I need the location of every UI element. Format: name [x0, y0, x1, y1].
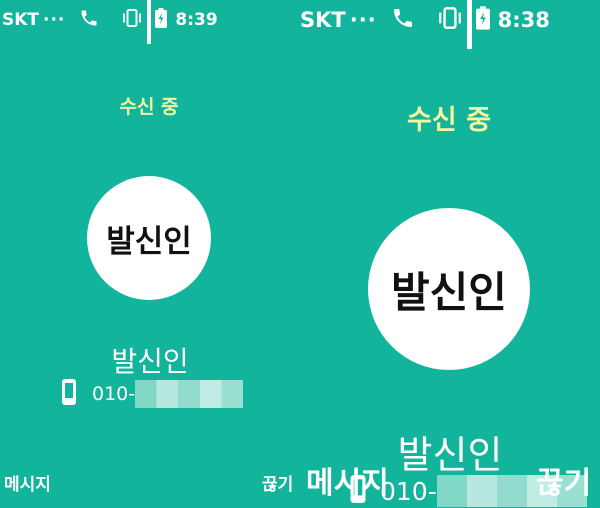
incoming-status: 수신 중 — [407, 105, 491, 136]
more-dots: ··· — [349, 8, 377, 32]
more-dots: ··· — [43, 10, 66, 30]
battery-icon — [475, 5, 490, 35]
caller-number-prefix: 010- — [92, 383, 136, 405]
incoming-call-screen-right: 수신 중 발신인 발신인 010- 메시지 끊기 — [300, 40, 600, 507]
incoming-status: 수신 중 — [119, 96, 179, 118]
caller-number-row: 010- — [60, 378, 244, 410]
incoming-call-screen-left: 수신 중 발신인 발신인 010- 메시지 끊기 — [0, 40, 300, 500]
message-softkey[interactable]: 메시지 — [4, 470, 51, 495]
mobile-icon — [60, 378, 78, 410]
signal-icon — [147, 0, 152, 44]
status-bar-right: SKT ··· 8:38 — [300, 0, 600, 49]
avatar-text: 발신인 — [391, 267, 507, 317]
avatar-text: 발신인 — [106, 223, 192, 260]
redacted-number — [135, 380, 244, 408]
end-call-softkey[interactable]: 끊기 — [262, 470, 293, 495]
vibrate-icon — [437, 6, 463, 34]
carrier-label: SKT — [300, 8, 346, 32]
status-bar-left: SKT ··· 8:39 — [2, 0, 300, 44]
phone-icon — [391, 6, 415, 35]
caller-avatar: 발신인 — [368, 208, 530, 370]
end-call-softkey[interactable]: 끊기 — [536, 458, 591, 502]
carrier-label: SKT — [2, 10, 40, 30]
phone-icon — [79, 8, 99, 33]
vibrate-icon — [121, 8, 143, 32]
battery-icon — [155, 7, 168, 33]
time-label: 8:39 — [175, 10, 218, 30]
caller-name: 발신인 — [111, 345, 189, 378]
caller-avatar: 발신인 — [87, 176, 211, 300]
message-softkey[interactable]: 메시지 — [306, 458, 389, 502]
time-label: 8:38 — [497, 8, 550, 32]
